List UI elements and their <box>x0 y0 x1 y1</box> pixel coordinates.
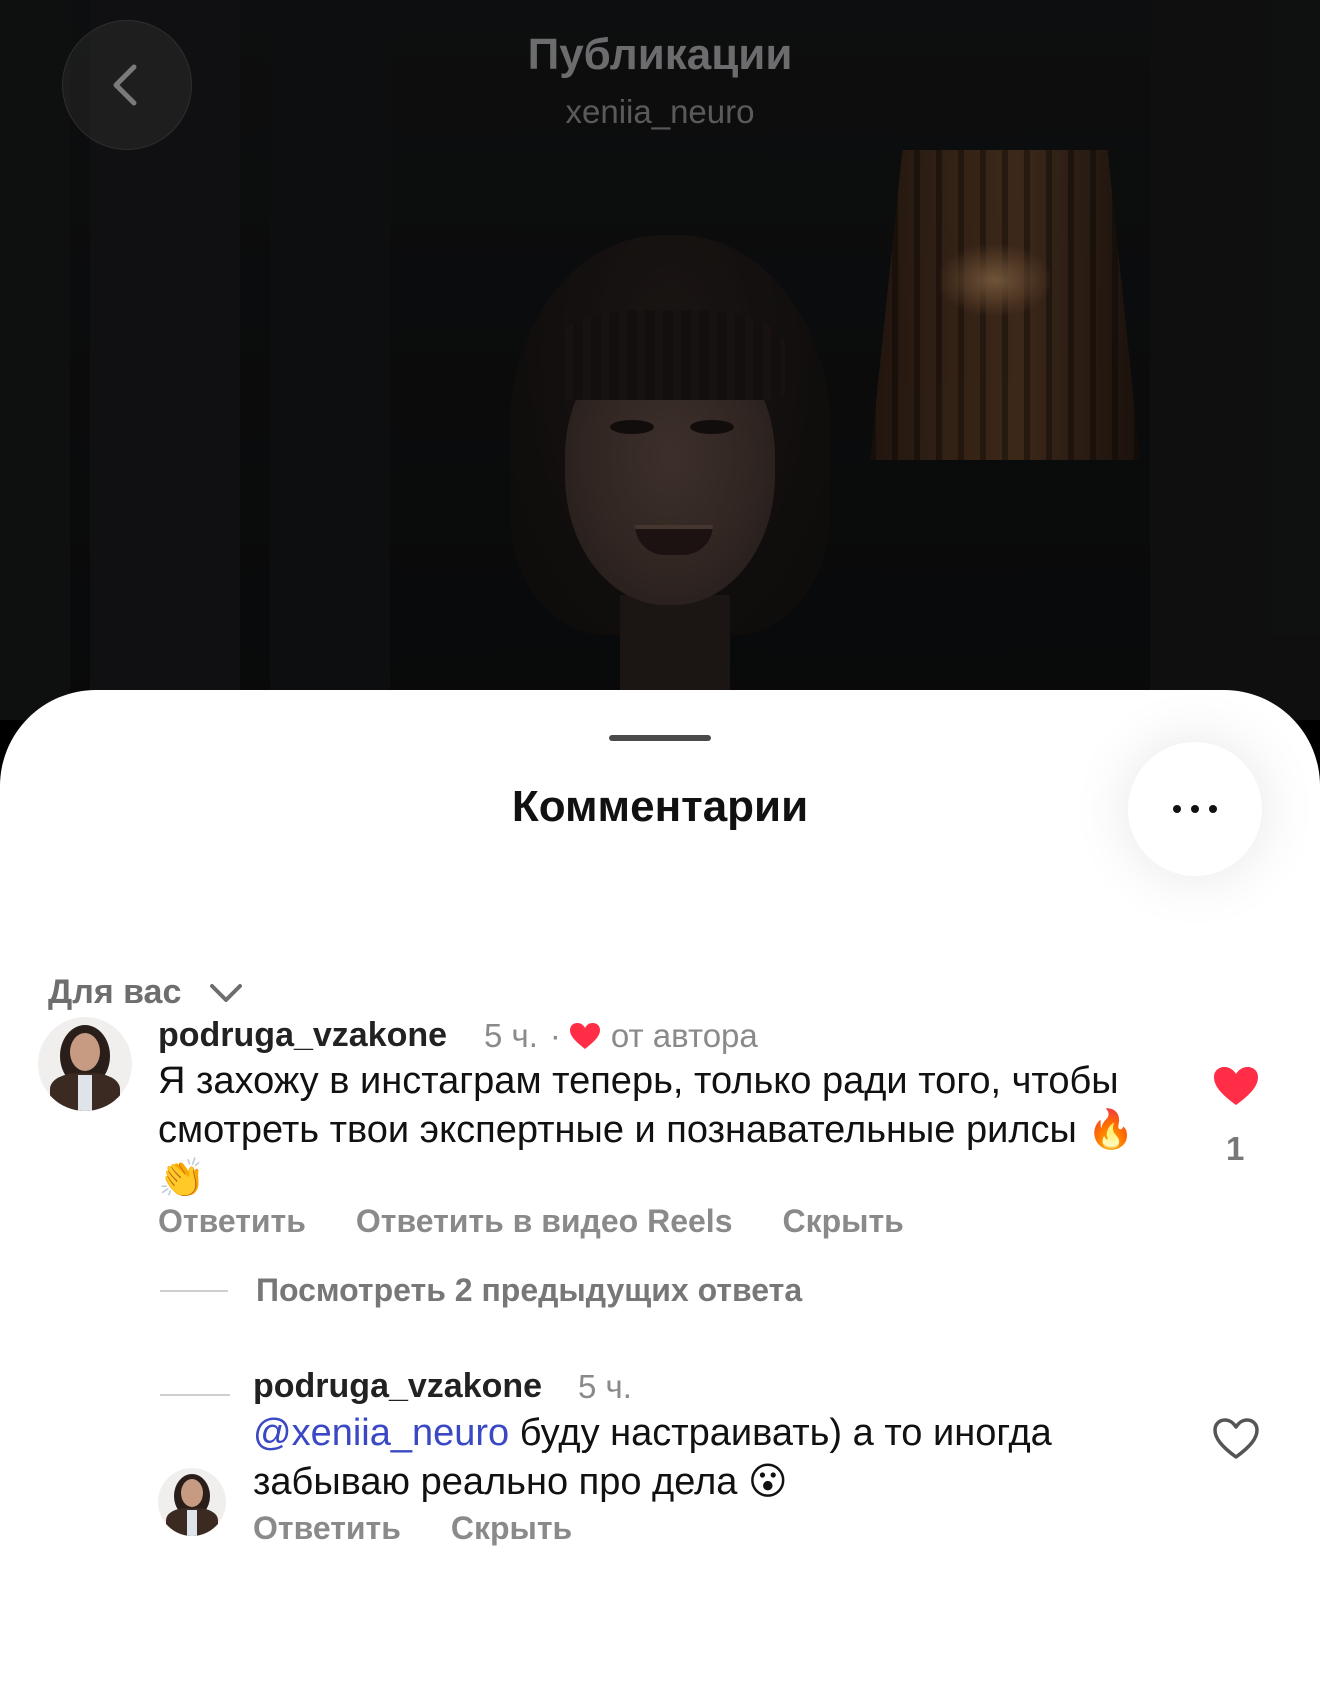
comment-meta: 5 ч. · от автора <box>484 1017 758 1055</box>
reply-hide-button[interactable]: Скрыть <box>451 1510 572 1547</box>
hide-button[interactable]: Скрыть <box>782 1203 903 1240</box>
comment-username[interactable]: podruga_vzakone <box>158 1016 447 1055</box>
sort-filter-dropdown[interactable]: Для вас <box>48 973 243 1012</box>
comment-body: Я захожу в инстаграм теперь, только ради… <box>158 1060 1119 1151</box>
meta-separator: · <box>549 1017 561 1054</box>
reply-text: @xeniia_neuro буду настраивать) а то ино… <box>253 1409 1113 1506</box>
reply-actions: Ответить Скрыть <box>253 1510 572 1547</box>
reply-avatar[interactable] <box>158 1468 226 1536</box>
sheet-title: Комментарии <box>511 782 809 831</box>
more-options-button[interactable] <box>1128 742 1262 876</box>
reply-button[interactable]: Ответить <box>158 1203 306 1240</box>
liked-by-author-label: от автора <box>610 1017 758 1054</box>
reply-reply-button[interactable]: Ответить <box>253 1510 401 1547</box>
comment-time: 5 ч. <box>484 1017 538 1054</box>
comments-sheet: Комментарии Для вас podruga_vzakone 5 ч.… <box>0 690 1320 1703</box>
page-subtitle: xeniia_neuro <box>565 93 755 130</box>
reply-emoji: 😮 <box>747 1459 788 1503</box>
page-title: Публикации <box>527 30 793 79</box>
like-count: 1 <box>1226 1130 1245 1167</box>
avatar[interactable] <box>38 1017 132 1111</box>
comment-text: Я захожу в инстаграм теперь, только ради… <box>158 1057 1158 1203</box>
replies-line <box>160 1290 228 1292</box>
thread-divider <box>160 1394 228 1396</box>
like-heart-filled-icon[interactable] <box>1212 1065 1260 1107</box>
view-previous-replies-button[interactable]: Посмотреть 2 предыдущих ответа <box>256 1272 802 1309</box>
chevron-down-icon <box>210 983 243 1002</box>
like-heart-outline-icon[interactable] <box>1212 1417 1260 1461</box>
sheet-grabber[interactable] <box>609 735 711 741</box>
reply-username[interactable]: podruga_vzakone <box>253 1367 542 1406</box>
more-horizontal-icon <box>1168 805 1222 813</box>
reply-with-reel-button[interactable]: Ответить в видео Reels <box>356 1203 733 1240</box>
reply-mention-link[interactable]: @xeniia_neuro <box>253 1412 509 1454</box>
filter-label: Для вас <box>48 973 182 1011</box>
comment-actions: Ответить Ответить в видео Reels Скрыть <box>158 1203 904 1240</box>
heart-filled-icon <box>569 1023 600 1049</box>
reply-time: 5 ч. <box>578 1368 632 1405</box>
